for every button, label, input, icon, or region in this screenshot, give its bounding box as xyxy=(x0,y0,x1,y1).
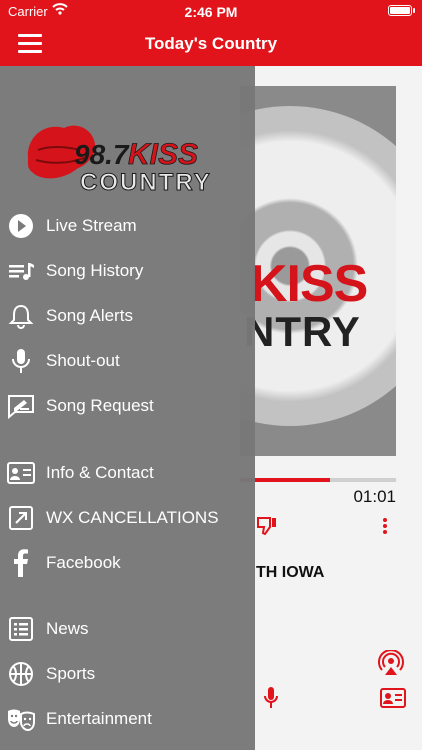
menu-item-label: WX CANCELLATIONS xyxy=(46,508,219,527)
menu-item-news[interactable]: News xyxy=(0,609,255,649)
page-title: Today's Country xyxy=(144,34,278,53)
status-time: 2:46 PM xyxy=(184,4,238,20)
theater-masks-icon xyxy=(8,709,35,732)
battery-icon xyxy=(388,5,412,16)
status-bar: Carrier 2:46 PM xyxy=(0,0,422,22)
station-logo: 98.7 KISS COUNTRY xyxy=(27,125,212,197)
menu-item-song-request[interactable]: Song Request xyxy=(0,386,255,426)
side-drawer: 98.7 KISS COUNTRY Live Stream Song Histo… xyxy=(0,66,255,750)
news-list-icon xyxy=(9,617,33,641)
menu-item-song-history[interactable]: Song History xyxy=(0,251,255,291)
menu-item-shout-out[interactable]: Shout-out xyxy=(0,341,255,381)
app-header: Carrier 2:46 PM Today's Country xyxy=(0,0,422,66)
menu-item-label: Entertainment xyxy=(46,709,152,728)
basketball-icon xyxy=(9,662,33,686)
facebook-icon xyxy=(14,549,28,577)
logo-word: KISS xyxy=(128,138,198,171)
menu-item-label: Facebook xyxy=(46,553,121,572)
menu-item-entertainment[interactable]: Entertainment xyxy=(0,699,255,739)
menu-item-label: Shout-out xyxy=(46,351,120,370)
microphone-icon xyxy=(12,349,30,373)
menu-item-label: Sports xyxy=(46,664,96,683)
menu-item-wx-cancellations[interactable]: WX CANCELLATIONS xyxy=(0,498,255,538)
playlist-icon xyxy=(9,263,34,280)
menu-item-label: News xyxy=(46,619,89,638)
battery-tip xyxy=(413,8,415,13)
bell-icon xyxy=(8,304,34,329)
menu-item-info-contact[interactable]: Info & Contact xyxy=(0,453,255,493)
menu-item-live-stream[interactable]: Live Stream xyxy=(0,206,255,246)
external-link-icon xyxy=(9,506,33,530)
menu-item-facebook[interactable]: Facebook xyxy=(0,543,255,583)
play-circle-icon xyxy=(9,214,33,238)
menu-item-label: Song Request xyxy=(46,396,154,415)
contact-card-icon xyxy=(7,462,35,484)
app-screen: KISS NTRY 01:01 TH IOWA Carrier 2:46 PM … xyxy=(0,0,422,750)
menu-item-label: Song History xyxy=(46,261,144,280)
menu-item-song-alerts[interactable]: Song Alerts xyxy=(0,296,255,336)
menu-item-label: Info & Contact xyxy=(46,463,154,482)
menu-item-sports[interactable]: Sports xyxy=(0,654,255,694)
logo-number: 98.7 xyxy=(74,139,130,170)
drawer-overlay[interactable] xyxy=(255,66,422,750)
logo-sub: COUNTRY xyxy=(80,169,212,196)
menu-item-label: Song Alerts xyxy=(46,306,133,325)
menu-item-label: Live Stream xyxy=(46,216,137,235)
request-form-icon xyxy=(8,395,34,420)
